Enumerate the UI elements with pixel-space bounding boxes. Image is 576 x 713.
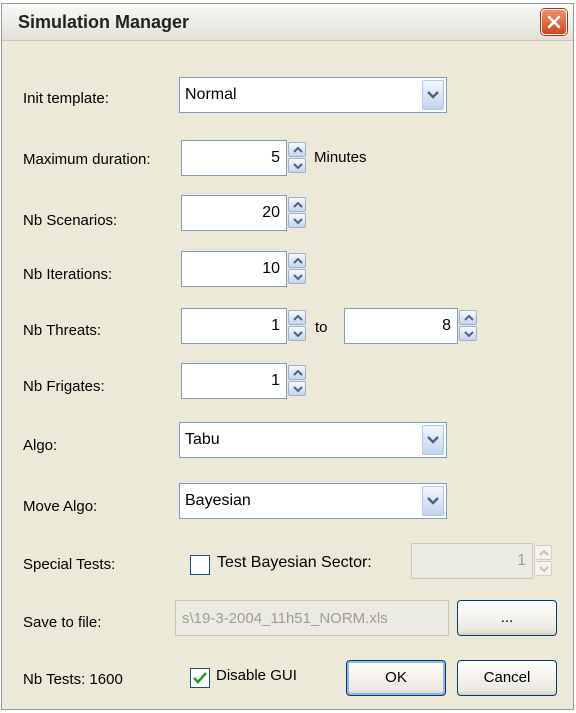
- spin-up-button[interactable]: [459, 310, 477, 325]
- max-duration-unit: Minutes: [314, 149, 367, 166]
- spin-up-button[interactable]: [288, 365, 306, 380]
- bayesian-sector-spinner[interactable]: [534, 545, 552, 577]
- nb-iterations-spinner[interactable]: [288, 253, 306, 285]
- spin-up-button[interactable]: [288, 310, 306, 325]
- nb-threats-to-label: to: [315, 319, 328, 336]
- move-algo-select[interactable]: Bayesian: [179, 483, 447, 519]
- max-duration-value: 5: [271, 149, 280, 166]
- spin-down-button[interactable]: [534, 561, 552, 576]
- nb-threats-to-value: 8: [442, 317, 451, 334]
- nb-iterations-input[interactable]: 10: [181, 251, 287, 287]
- max-duration-input[interactable]: 5: [181, 140, 287, 176]
- arrow-down-icon: [293, 274, 303, 280]
- nb-threats-to-spinner[interactable]: [459, 310, 477, 342]
- arrow-down-icon: [464, 331, 474, 337]
- nb-tests-label: Nb Tests: 1600: [23, 671, 123, 688]
- special-tests-label: Special Tests:: [23, 556, 116, 573]
- algo-label: Algo:: [23, 437, 58, 454]
- arrow-down-icon: [293, 163, 303, 169]
- nb-threats-from-spinner[interactable]: [288, 310, 306, 342]
- init-template-dropdown-button[interactable]: [422, 80, 444, 110]
- arrow-down-icon: [539, 566, 549, 572]
- spin-down-button[interactable]: [459, 326, 477, 341]
- window-title: Simulation Manager: [18, 12, 190, 32]
- init-template-select[interactable]: Normal: [179, 77, 447, 113]
- nb-scenarios-spinner[interactable]: [288, 197, 306, 229]
- chevron-down-icon: [427, 497, 439, 505]
- close-icon: [547, 15, 561, 29]
- dialog-body: Init template: Normal Maximum duration: …: [9, 44, 567, 704]
- test-bayesian-sector-label[interactable]: Test Bayesian Sector:: [217, 554, 372, 572]
- chevron-down-icon: [427, 91, 439, 99]
- nb-threats-from-value: 1: [271, 317, 280, 334]
- save-to-file-label: Save to file:: [23, 614, 102, 631]
- spin-up-button[interactable]: [288, 142, 306, 157]
- arrow-up-icon: [293, 258, 303, 264]
- spin-down-button[interactable]: [288, 269, 306, 284]
- spin-down-button[interactable]: [288, 326, 306, 341]
- init-template-value: Normal: [185, 86, 237, 103]
- arrow-up-icon: [293, 370, 303, 376]
- save-to-file-value: s\19-3-2004_11h51_NORM.xls: [182, 610, 388, 627]
- arrow-down-icon: [293, 386, 303, 392]
- max-duration-label: Maximum duration:: [23, 151, 151, 168]
- bayesian-sector-value: 1: [517, 552, 526, 569]
- spin-down-button[interactable]: [288, 381, 306, 396]
- arrow-up-icon: [293, 315, 303, 321]
- nb-threats-from-input[interactable]: 1: [181, 308, 287, 344]
- nb-threats-label: Nb Threats:: [23, 322, 102, 339]
- close-button[interactable]: [541, 9, 567, 35]
- algo-select[interactable]: Tabu: [179, 422, 447, 458]
- chevron-down-icon: [427, 436, 439, 444]
- arrow-down-icon: [293, 331, 303, 337]
- nb-iterations-value: 10: [262, 260, 280, 277]
- bayesian-sector-input[interactable]: 1: [411, 543, 533, 579]
- disable-gui-checkbox[interactable]: [190, 668, 210, 688]
- ok-button[interactable]: OK: [346, 660, 446, 696]
- title-bar[interactable]: Simulation Manager: [2, 4, 573, 41]
- nb-threats-to-input[interactable]: 8: [344, 308, 458, 344]
- init-template-label: Init template:: [23, 90, 109, 107]
- nb-scenarios-label: Nb Scenarios:: [23, 212, 118, 229]
- save-to-file-input[interactable]: s\19-3-2004_11h51_NORM.xls: [175, 600, 449, 636]
- nb-frigates-input[interactable]: 1: [181, 363, 287, 399]
- spin-down-button[interactable]: [288, 158, 306, 173]
- disable-gui-label[interactable]: Disable GUI: [216, 667, 297, 684]
- nb-frigates-spinner[interactable]: [288, 365, 306, 397]
- cancel-button[interactable]: Cancel: [457, 660, 557, 696]
- move-algo-dropdown-button[interactable]: [422, 486, 444, 516]
- test-bayesian-sector-checkbox[interactable]: [190, 555, 210, 575]
- simulation-manager-dialog: Simulation Manager Init template: Normal…: [1, 3, 574, 710]
- arrow-up-icon: [293, 147, 303, 153]
- browse-button[interactable]: ...: [457, 600, 557, 636]
- spin-up-button[interactable]: [534, 545, 552, 560]
- move-algo-label: Move Algo:: [23, 498, 98, 515]
- algo-value: Tabu: [185, 431, 220, 448]
- arrow-up-icon: [539, 550, 549, 556]
- checkmark-icon: [193, 672, 207, 684]
- arrow-up-icon: [464, 315, 474, 321]
- nb-frigates-label: Nb Frigates:: [23, 378, 105, 395]
- spin-up-button[interactable]: [288, 197, 306, 212]
- move-algo-value: Bayesian: [185, 492, 251, 509]
- arrow-up-icon: [293, 202, 303, 208]
- nb-frigates-value: 1: [271, 372, 280, 389]
- algo-dropdown-button[interactable]: [422, 425, 444, 455]
- spin-down-button[interactable]: [288, 213, 306, 228]
- max-duration-spinner[interactable]: [288, 142, 306, 174]
- nb-iterations-label: Nb Iterations:: [23, 266, 113, 283]
- arrow-down-icon: [293, 218, 303, 224]
- nb-scenarios-value: 20: [262, 204, 280, 221]
- spin-up-button[interactable]: [288, 253, 306, 268]
- nb-scenarios-input[interactable]: 20: [181, 195, 287, 231]
